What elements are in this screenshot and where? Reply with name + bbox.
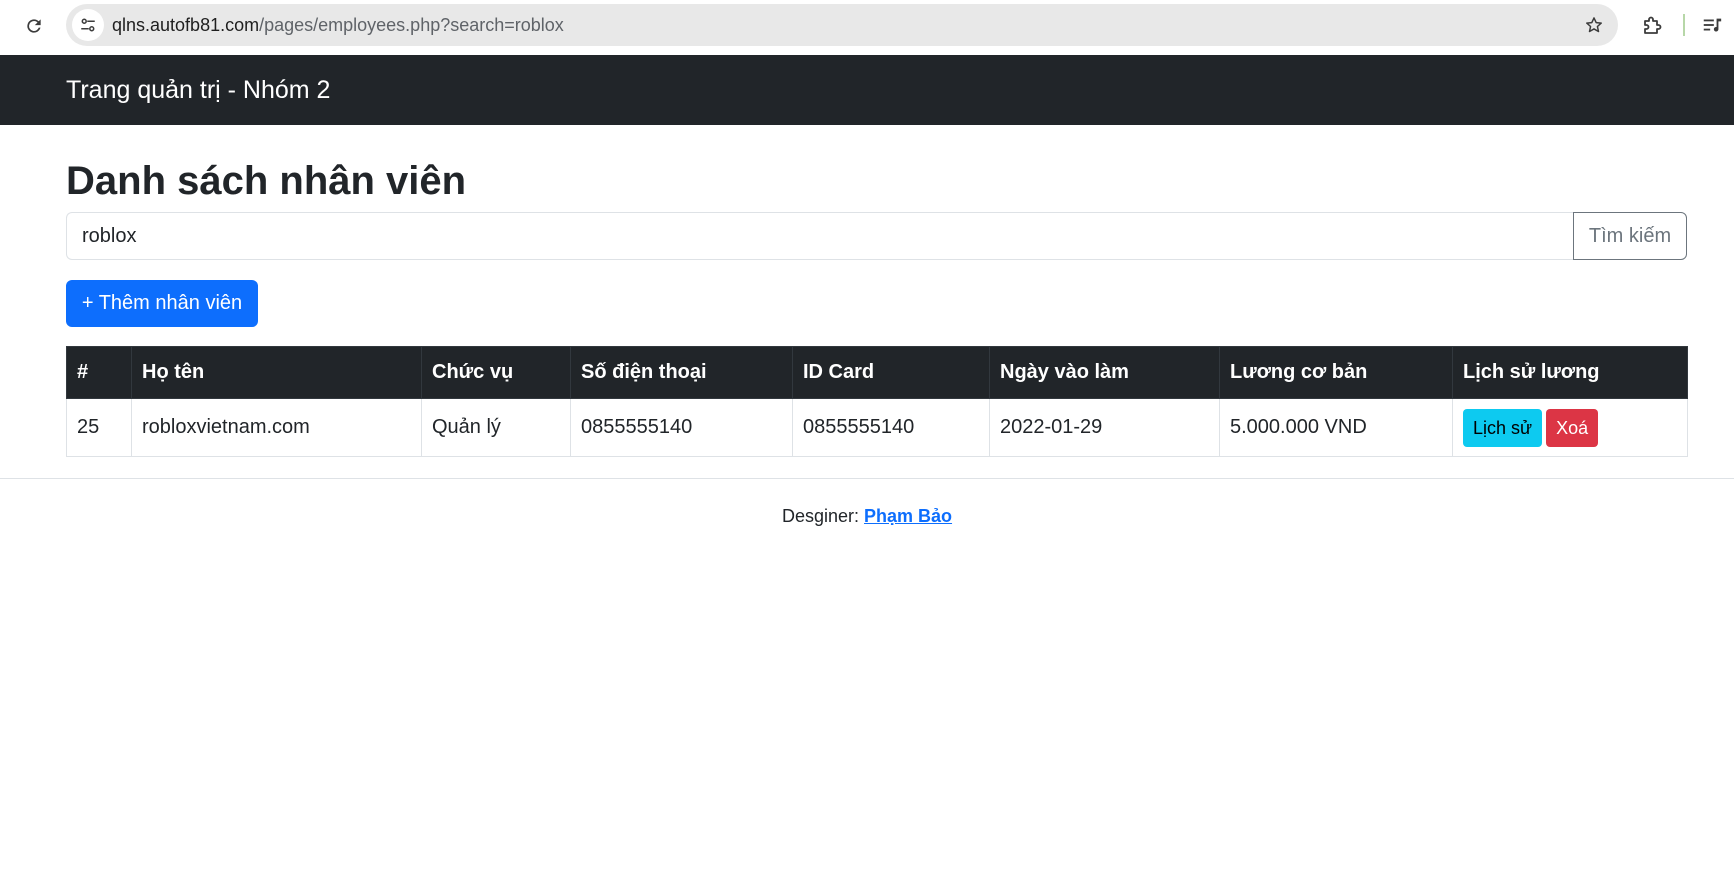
reload-button[interactable] [18, 10, 50, 42]
cell-index: 25 [66, 398, 132, 457]
toolbar-divider [1683, 14, 1685, 36]
column-header-salary: Lương cơ bản [1219, 346, 1453, 399]
delete-button[interactable]: Xoá [1546, 408, 1599, 447]
add-employee-button[interactable]: + Thêm nhân viên [66, 280, 258, 327]
bookmark-button[interactable] [1582, 13, 1606, 37]
cell-position: Quản lý [421, 398, 571, 457]
url-text[interactable]: qlns.autofb81.com/pages/employees.php?se… [112, 15, 564, 35]
column-header-id-card: ID Card [792, 346, 990, 399]
search-form: Tìm kiếm [66, 212, 1687, 260]
salary-history-button[interactable]: Lịch sử [1463, 408, 1543, 447]
puzzle-icon [1644, 16, 1662, 34]
column-header-index: # [66, 346, 132, 399]
cell-start-date: 2022-01-29 [989, 398, 1220, 457]
column-header-phone: Số điện thoại [570, 346, 793, 399]
column-header-salary-history: Lịch sử lương [1452, 346, 1688, 399]
top-navbar: Trang quản trị - Nhóm 2 [0, 55, 1734, 125]
reload-icon [27, 19, 41, 33]
star-icon [1586, 17, 1602, 33]
playlist-icon [1703, 18, 1722, 32]
designer-link[interactable]: Phạm Bảo [864, 506, 952, 526]
cell-phone: 0855555140 [570, 398, 793, 457]
cell-name: robloxvietnam.com [131, 398, 422, 457]
extensions-button[interactable] [1638, 11, 1666, 39]
cell-actions: Lịch sử Xoá [1452, 398, 1688, 457]
footer-divider [0, 478, 1734, 479]
column-header-position: Chức vụ [421, 346, 571, 399]
search-input[interactable] [66, 212, 1573, 260]
table-row: 25 robloxvietnam.com Quản lý 0855555140 … [66, 398, 1688, 457]
browser-toolbar: qlns.autofb81.com/pages/employees.php?se… [0, 0, 1734, 55]
footer-prefix: Desginer: [781, 506, 859, 526]
cell-id-card: 0855555140 [792, 398, 990, 457]
footer: Desginer: Phạm Bảo [0, 505, 1734, 527]
table-header-row: # Họ tên Chức vụ Số điện thoại ID Card N… [66, 346, 1688, 399]
employee-table: # Họ tên Chức vụ Số điện thoại ID Card N… [66, 346, 1688, 457]
media-control-button[interactable] [1698, 11, 1726, 39]
address-bar[interactable]: qlns.autofb81.com/pages/employees.php?se… [66, 4, 1618, 46]
search-button[interactable]: Tìm kiếm [1573, 212, 1687, 260]
tune-icon [81, 18, 95, 32]
url-path: /pages/employees.php?search=roblox [259, 15, 564, 35]
page-title: Danh sách nhân viên [66, 159, 467, 203]
column-header-start-date: Ngày vào làm [989, 346, 1220, 399]
navbar-brand[interactable]: Trang quản trị - Nhóm 2 [66, 76, 330, 104]
column-header-name: Họ tên [131, 346, 422, 399]
site-info-button[interactable] [72, 9, 104, 41]
url-host: qlns.autofb81.com [112, 15, 260, 35]
cell-salary: 5.000.000 VND [1219, 398, 1453, 457]
